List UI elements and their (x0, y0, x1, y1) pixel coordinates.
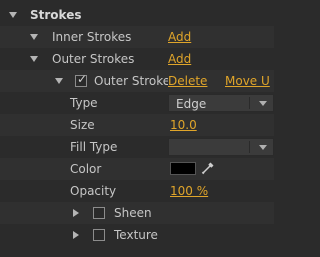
opacity-value[interactable]: 100 % (170, 184, 208, 198)
checkmark-icon: ✓ (77, 72, 88, 86)
outer-strokes-label: Outer Strokes (52, 52, 135, 66)
type-value: Edge (176, 97, 207, 111)
fill-type-dropdown[interactable] (168, 138, 274, 156)
chevron-down-icon (259, 145, 267, 150)
color-label: Color (70, 162, 102, 176)
texture-label: Texture (114, 228, 158, 242)
expand-triangle-icon[interactable] (73, 209, 79, 217)
size-row: Size 10.0 (0, 114, 274, 136)
size-label: Size (70, 118, 95, 132)
sheen-checkbox[interactable] (93, 207, 105, 219)
type-label: Type (70, 96, 98, 110)
expand-triangle-icon[interactable] (73, 231, 79, 239)
fill-type-row: Fill Type (0, 136, 274, 158)
add-outer-stroke-link[interactable]: Add (168, 52, 191, 66)
outer-strokes-row: Outer Strokes Add (0, 48, 274, 70)
sheen-label: Sheen (114, 206, 152, 220)
strokes-panel: Strokes Inner Strokes Add Outer Strokes … (0, 0, 274, 257)
outer-stroke-item-row: ✓ Outer Stroke Delete Move U (0, 70, 274, 92)
eyedropper-icon[interactable] (199, 159, 217, 177)
outer-stroke-label: Outer Stroke (94, 74, 168, 88)
sheen-row: Sheen (0, 202, 274, 224)
inner-strokes-row: Inner Strokes Add (0, 26, 274, 48)
opacity-label: Opacity (70, 184, 117, 198)
color-row: Color (0, 158, 274, 180)
strokes-section-title: Strokes (30, 8, 82, 22)
inner-strokes-label: Inner Strokes (52, 30, 132, 44)
expand-triangle-icon[interactable] (30, 34, 38, 40)
expand-triangle-icon[interactable] (9, 12, 17, 18)
expand-triangle-icon[interactable] (30, 56, 38, 62)
expand-triangle-icon[interactable] (55, 78, 63, 84)
move-up-link[interactable]: Move U (225, 74, 270, 88)
size-value[interactable]: 10.0 (170, 118, 197, 132)
color-swatch[interactable] (170, 162, 196, 175)
chevron-down-icon (259, 101, 267, 106)
dropdown-separator (249, 141, 250, 153)
fill-type-label: Fill Type (70, 140, 118, 154)
outer-stroke-enable-checkbox[interactable]: ✓ (75, 72, 88, 87)
type-row: Type Edge (0, 92, 274, 114)
type-dropdown[interactable]: Edge (168, 94, 274, 112)
texture-row: Texture (0, 224, 274, 246)
delete-stroke-link[interactable]: Delete (168, 74, 207, 88)
texture-checkbox[interactable] (93, 229, 105, 241)
opacity-row: Opacity 100 % (0, 180, 274, 202)
strokes-section-row[interactable]: Strokes (0, 4, 274, 26)
dropdown-separator (249, 97, 250, 109)
add-inner-stroke-link[interactable]: Add (168, 30, 191, 44)
